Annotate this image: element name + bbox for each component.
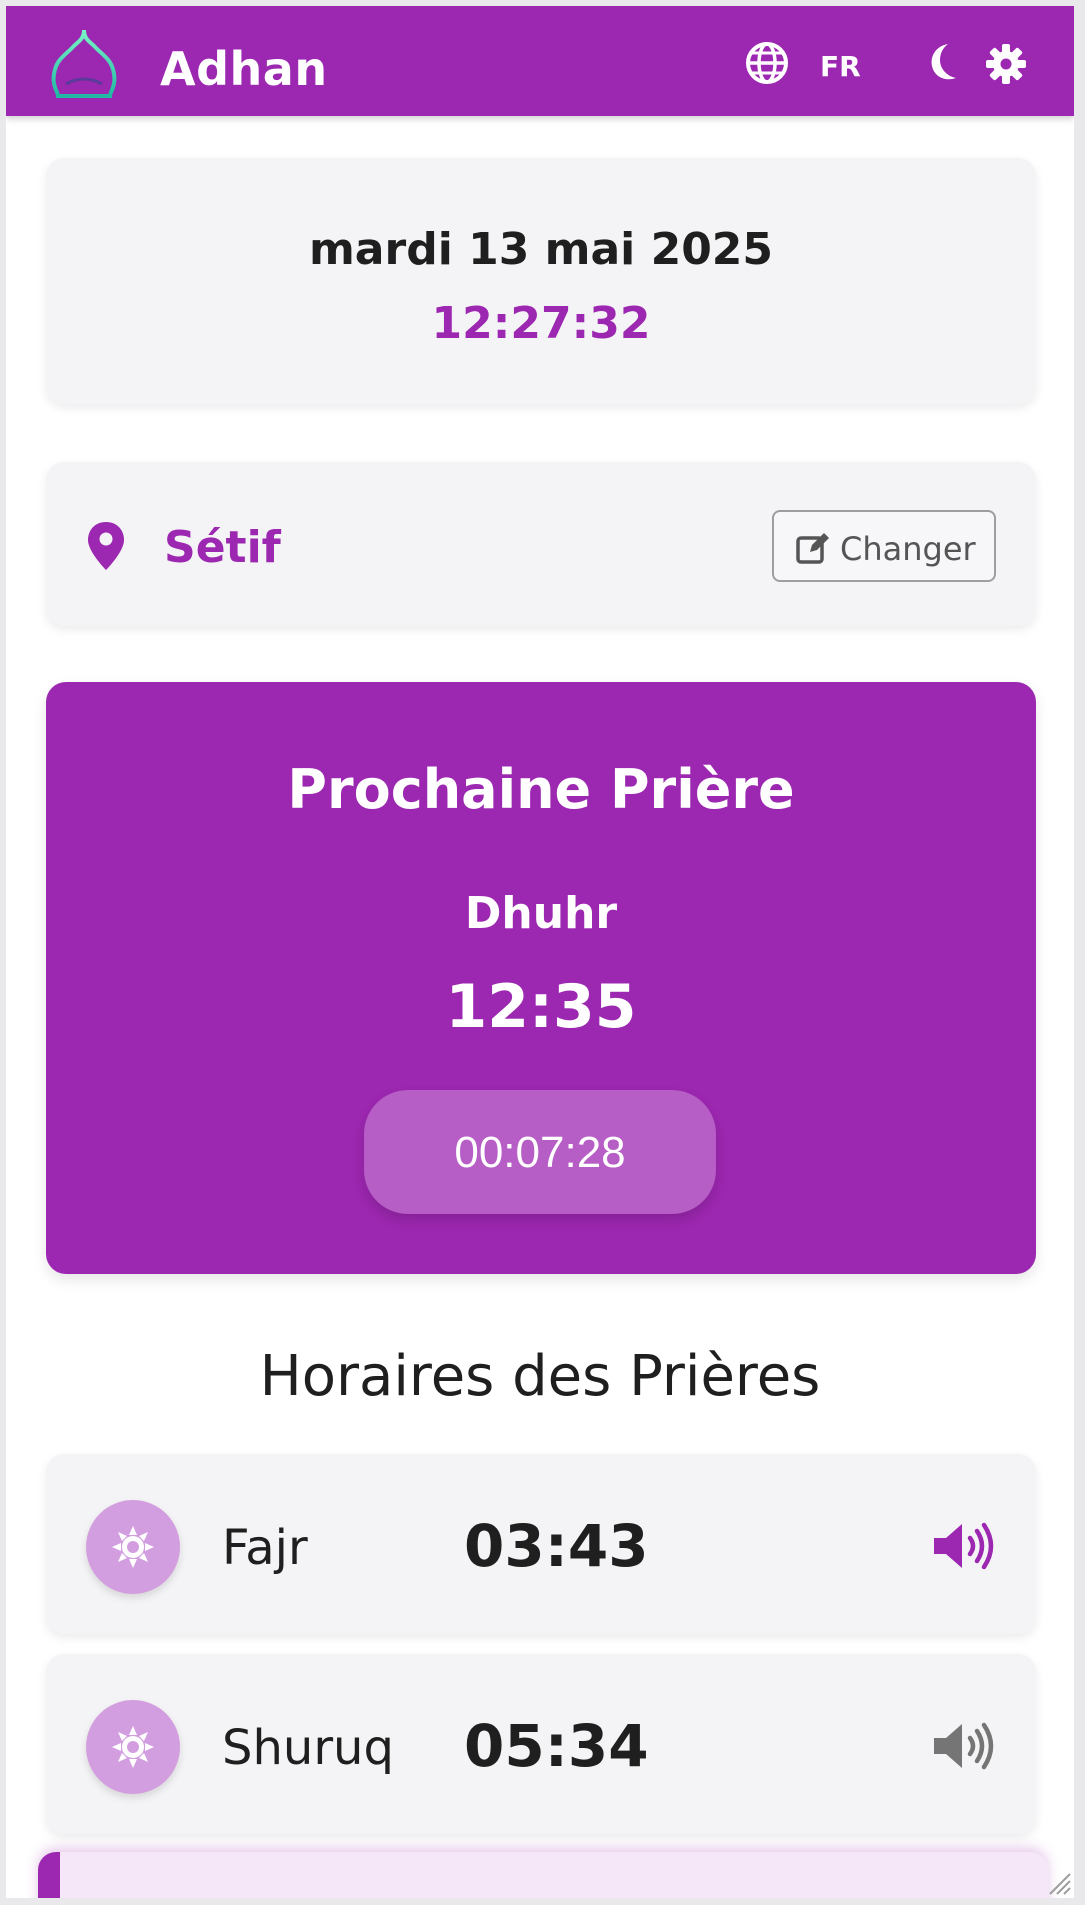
sun-icon bbox=[112, 1526, 154, 1568]
countdown-timer: 00:07:28 bbox=[454, 1128, 626, 1177]
prayer-row-fajr: Fajr 03:43 bbox=[46, 1454, 1036, 1634]
date-card: mardi 13 mai 2025 12:27:32 bbox=[46, 158, 1036, 404]
location-card: Sétif Changer bbox=[46, 462, 1036, 626]
edit-icon bbox=[796, 533, 829, 564]
countdown-badge: 00:07:28 bbox=[364, 1090, 716, 1214]
speaker-on-icon[interactable] bbox=[932, 1520, 1000, 1572]
prayer-row-shuruq: Shuruq 05:34 bbox=[46, 1654, 1036, 1834]
next-prayer-name: Dhuhr bbox=[464, 888, 618, 939]
next-prayer-time: 12:35 bbox=[445, 972, 637, 1042]
next-prayer-card: Prochaine Prière Dhuhr 12:35 00:07:28 bbox=[46, 682, 1036, 1274]
location-pin-icon bbox=[88, 522, 124, 570]
prayer-time: 03:43 bbox=[464, 1512, 649, 1580]
current-date: mardi 13 mai 2025 bbox=[308, 224, 774, 275]
change-location-label: Changer bbox=[840, 530, 976, 568]
prayer-time: 05:34 bbox=[464, 1712, 649, 1780]
app-header: Adhan FR bbox=[6, 6, 1074, 116]
city-name: Sétif bbox=[164, 522, 281, 573]
prayer-name: Shuruq bbox=[222, 1720, 394, 1776]
schedule-heading: Horaires des Prières bbox=[259, 1344, 821, 1409]
next-prayer-heading: Prochaine Prière bbox=[287, 758, 795, 821]
gear-icon[interactable] bbox=[984, 42, 1028, 86]
language-toggle[interactable]: FR bbox=[820, 50, 861, 83]
resize-grip-icon[interactable] bbox=[1046, 1870, 1072, 1896]
mosque-logo-icon bbox=[51, 26, 117, 98]
sun-icon bbox=[112, 1726, 154, 1768]
app-window: Adhan FR mardi 13 mai 2025 12:27:32 Séti… bbox=[6, 6, 1074, 1898]
globe-icon[interactable] bbox=[744, 40, 790, 86]
prayer-icon-badge bbox=[86, 1500, 180, 1594]
prayer-name: Fajr bbox=[222, 1520, 308, 1576]
prayer-icon-badge bbox=[86, 1700, 180, 1794]
current-time: 12:27:32 bbox=[431, 298, 651, 349]
app-title: Adhan bbox=[160, 42, 328, 96]
change-location-button[interactable]: Changer bbox=[772, 510, 996, 582]
moon-icon[interactable] bbox=[924, 42, 964, 84]
prayer-row-current bbox=[38, 1852, 1048, 1898]
speaker-off-icon[interactable] bbox=[932, 1720, 1000, 1772]
